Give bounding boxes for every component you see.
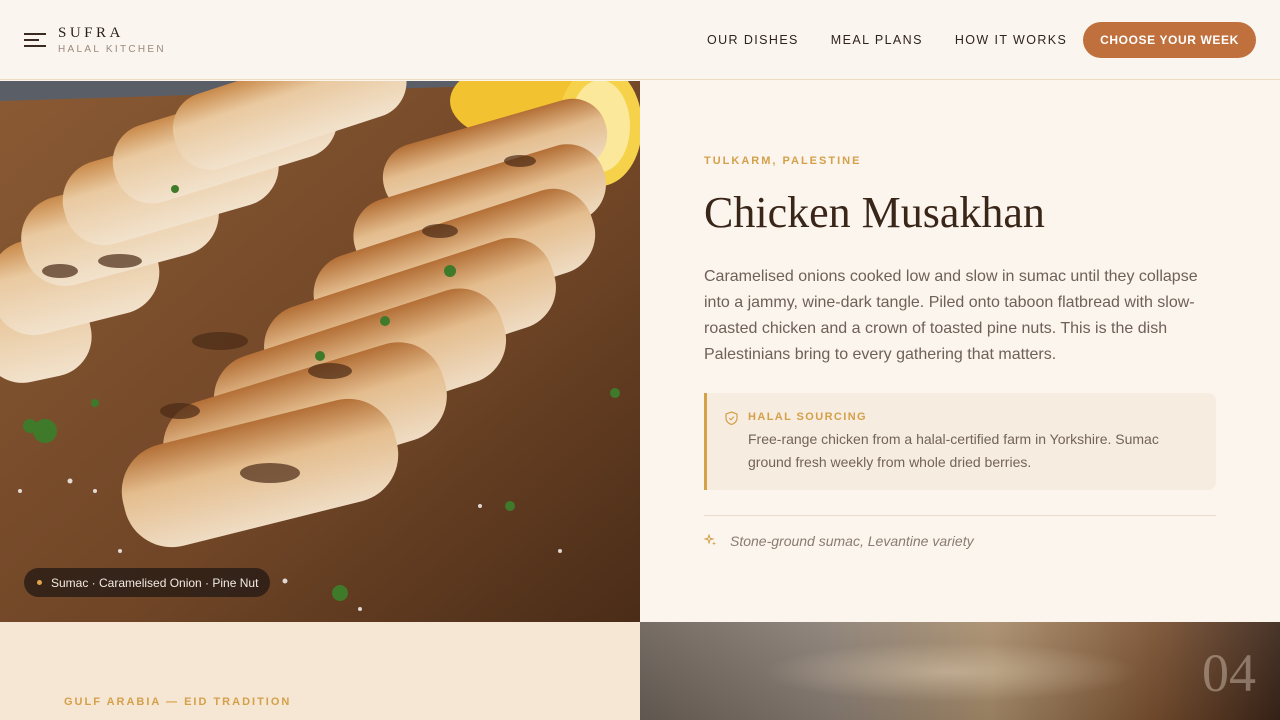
nav-our-dishes[interactable]: OUR DISHES xyxy=(707,33,799,47)
ingredients-pill: Sumac · Caramelised Onion · Pine Nut xyxy=(24,568,271,597)
ingredients-text: Sumac · Caramelised Onion · Pine Nut xyxy=(51,575,259,590)
dish-origin: TULKARM, PALESTINE xyxy=(704,155,862,167)
menu-icon[interactable] xyxy=(24,33,46,47)
sourcing-text: Free-range chicken from a halal-certifie… xyxy=(748,431,1159,470)
dish-photo: Sumac · Caramelised Onion · Pine Nut xyxy=(0,81,640,622)
choose-your-week-button[interactable]: CHOOSE YOUR WEEK xyxy=(1083,22,1256,58)
next-dish-details: GULF ARABIA — EID TRADITION xyxy=(0,622,640,720)
shield-icon xyxy=(725,411,738,425)
nav-how-it-works[interactable]: HOW IT WORKS xyxy=(955,33,1067,47)
main-nav: OUR DISHES MEAL PLANS HOW IT WORKS xyxy=(707,33,1099,47)
brand-logo[interactable]: SUFRA HALAL KITCHEN xyxy=(58,25,166,55)
halal-sourcing-note: HALAL SOURCING Free-range chicken from a… xyxy=(704,393,1216,490)
sparkle-icon xyxy=(704,534,716,546)
dish-description: Caramelised onions cooked low and slow i… xyxy=(704,268,1198,363)
nav-meal-plans[interactable]: MEAL PLANS xyxy=(831,33,923,47)
pill-dot xyxy=(37,580,42,585)
brand-name: SUFRA xyxy=(58,25,124,41)
next-dish-photo: 04 xyxy=(640,622,1280,720)
dish-title: Chicken Musakhan xyxy=(704,188,1045,237)
divider xyxy=(704,515,1216,516)
page: SUFRA HALAL KITCHEN OUR DISHES MEAL PLAN… xyxy=(0,0,1280,720)
sourcing-title: HALAL SOURCING xyxy=(748,411,868,423)
photo-overlay xyxy=(640,622,1280,720)
brand-tagline: HALAL KITCHEN xyxy=(58,44,166,55)
dish-index-number: 04 xyxy=(1202,643,1256,703)
spice-note: Stone-ground sumac, Levantine variety xyxy=(730,533,974,549)
chicken-photo-illustration xyxy=(0,81,640,622)
site-header: SUFRA HALAL KITCHEN OUR DISHES MEAL PLAN… xyxy=(0,0,1280,80)
next-dish-origin: GULF ARABIA — EID TRADITION xyxy=(64,696,292,708)
dish-details: TULKARM, PALESTINE Chicken Musakhan Cara… xyxy=(640,81,1280,622)
